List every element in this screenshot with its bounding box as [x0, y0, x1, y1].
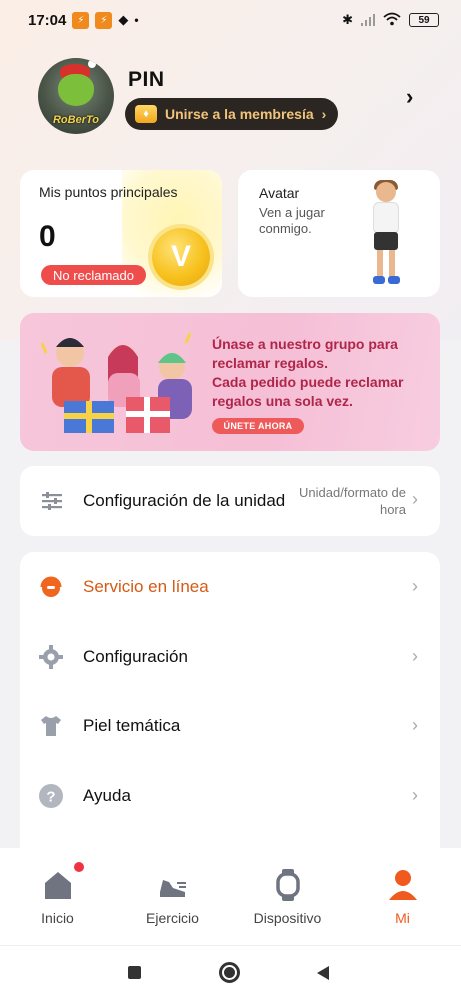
help-icon: ?: [39, 784, 63, 808]
settings-menu: Servicio en línea › Configuración › Piel…: [20, 552, 440, 852]
nav-home[interactable]: Inicio: [0, 848, 115, 945]
username: PIN: [128, 68, 165, 91]
menu-item-label: Servicio en línea: [83, 577, 209, 596]
menu-item-theme-skin[interactable]: Piel temática ›: [20, 691, 440, 760]
menu-item-settings[interactable]: Configuración ›: [20, 622, 440, 691]
chevron-right-icon: ›: [412, 489, 418, 509]
nav-label: Ejercicio: [146, 910, 199, 926]
people-with-gifts-illustration: [40, 332, 192, 433]
chevron-right-icon: ›: [412, 646, 418, 666]
unit-settings-row[interactable]: Configuración de la unidad Unidad/format…: [20, 466, 440, 536]
chevron-right-icon: ›: [412, 715, 418, 735]
avatar-tag: RoBerTo: [52, 114, 100, 126]
system-navigation-bar: [0, 945, 461, 1000]
avatar-card-title: Avatar: [259, 185, 300, 201]
banner-text: Únase a nuestro grupo para reclamar rega…: [212, 335, 432, 411]
group-banner[interactable]: Únase a nuestro grupo para reclamar rega…: [20, 313, 440, 451]
nav-label: Dispositivo: [253, 910, 322, 926]
banner-line-3: Cada pedido puede reclamar: [212, 374, 404, 390]
points-value: 0: [39, 220, 56, 253]
join-now-button[interactable]: ÚNETE AHORA: [212, 418, 304, 434]
nav-exercise[interactable]: Ejercicio: [115, 848, 230, 945]
banner-line-1: Únase a nuestro grupo para: [212, 336, 398, 352]
banner-line-4: regalos una sola vez.: [212, 393, 353, 409]
menu-item-online-service[interactable]: Servicio en línea ›: [20, 552, 440, 621]
running-shoe-icon: [160, 880, 186, 897]
status-bar: 17:04 ⚡ ⚡ ◆ • ✱ 59: [0, 0, 461, 40]
unit-settings-label: Configuración de la unidad: [83, 491, 286, 510]
membership-label: Unirse a la membresía: [165, 106, 314, 122]
banner-line-2: reclamar regalos.: [212, 355, 328, 371]
chevron-right-icon: ›: [412, 785, 418, 805]
svg-text:?: ?: [46, 789, 55, 806]
home-button[interactable]: [219, 962, 240, 983]
avatar-card[interactable]: Avatar Ven a jugar conmigo.: [238, 170, 440, 297]
avatar[interactable]: RoBerTo: [38, 58, 114, 134]
bluetooth-icon: ✱: [342, 12, 353, 27]
watch-icon: [276, 869, 300, 901]
profile-chevron-icon[interactable]: ›: [406, 84, 413, 110]
gear-icon: [39, 645, 63, 669]
unit-settings-value: Unidad/formato de hora: [290, 484, 406, 518]
coin-icon: V: [152, 228, 210, 286]
menu-item-label: Ayuda: [83, 786, 131, 805]
chevron-right-icon: ›: [321, 106, 327, 122]
app-notification-icon: ⚡: [72, 11, 90, 29]
layers-icon: ◆: [118, 12, 129, 27]
nav-label: Inicio: [41, 910, 74, 926]
menu-item-label: Piel temática: [83, 716, 181, 735]
unit-value-line-1: Unidad/formato de: [299, 485, 406, 500]
menu-item-label: Configuración: [83, 647, 188, 666]
home-icon: [45, 872, 71, 899]
diamond-icon: ♦: [135, 105, 157, 123]
unclaimed-badge[interactable]: No reclamado: [41, 265, 146, 285]
status-time: 17:04: [28, 11, 67, 29]
wifi-icon: [383, 12, 401, 29]
tshirt-icon: [41, 716, 61, 736]
chevron-right-icon: ›: [412, 576, 418, 596]
points-title: Mis puntos principales: [39, 184, 178, 200]
more-notifications-icon: •: [134, 13, 139, 27]
profile-header[interactable]: RoBerTo PIN ♦ Unirse a la membresía › ›: [38, 58, 438, 136]
sliders-icon: [42, 492, 62, 510]
points-card[interactable]: Mis puntos principales 0 No reclamado V: [20, 170, 222, 297]
person-icon: [389, 870, 417, 900]
nav-label: Mi: [395, 910, 410, 926]
recent-apps-button[interactable]: [128, 966, 141, 979]
headset-icon: [40, 576, 62, 597]
back-button[interactable]: [316, 965, 330, 986]
signal-icon: [361, 14, 375, 26]
nav-device[interactable]: Dispositivo: [230, 848, 345, 945]
menu-item-help[interactable]: ? Ayuda ›: [20, 761, 440, 830]
app-notification-icon-2: ⚡: [95, 11, 113, 29]
notification-dot: [74, 862, 84, 872]
battery-indicator: 59: [409, 13, 439, 27]
unit-value-line-2: hora: [379, 502, 406, 517]
avatar-card-subtitle: Ven a jugar conmigo.: [259, 205, 325, 236]
bottom-navigation: Inicio Ejercicio Dispositivo Mi: [0, 848, 461, 945]
membership-button[interactable]: ♦ Unirse a la membresía ›: [125, 98, 339, 130]
nav-me[interactable]: Mi: [345, 848, 460, 945]
character-figure-image: [368, 180, 408, 290]
